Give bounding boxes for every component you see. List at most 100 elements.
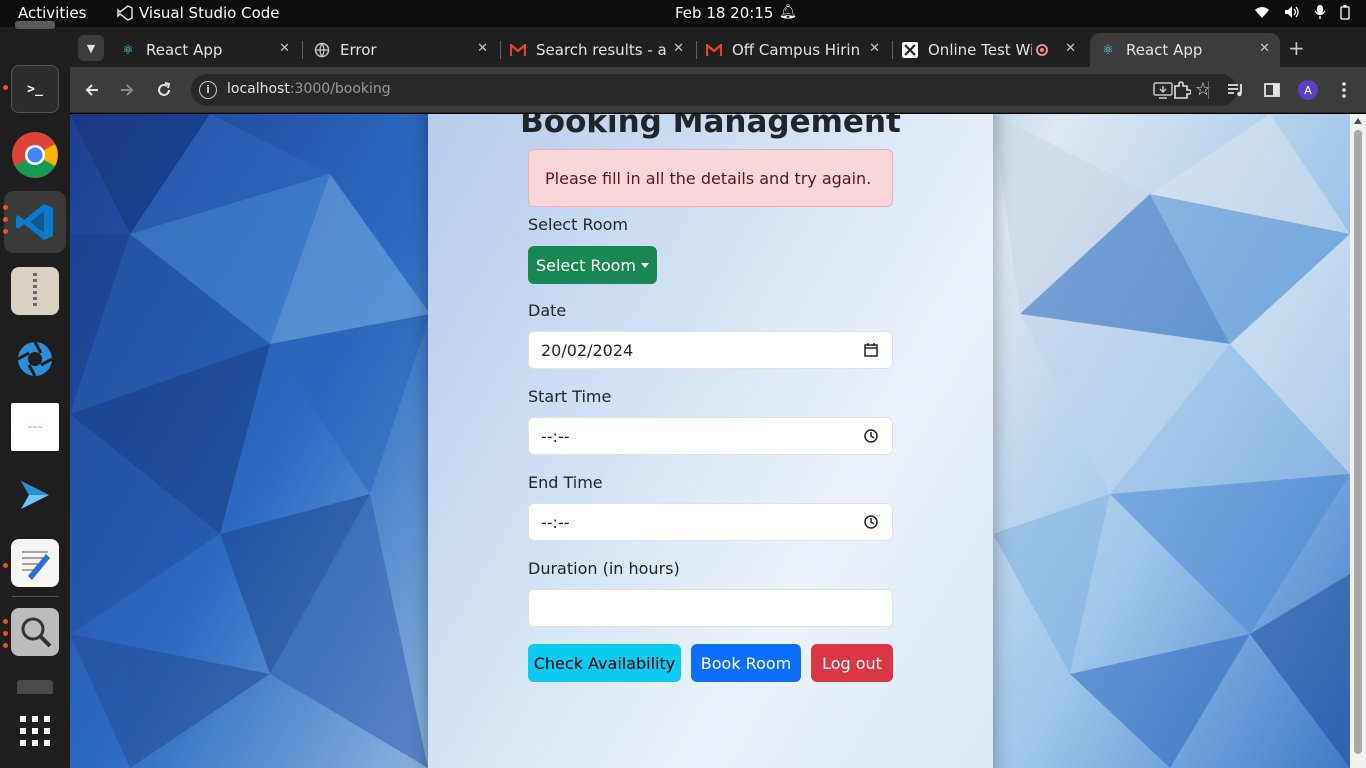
tab-error[interactable]: Error ✕: [304, 33, 498, 67]
close-icon[interactable]: ✕: [477, 41, 488, 56]
check-availability-button[interactable]: Check Availability: [528, 644, 681, 682]
system-tray[interactable]: [1254, 5, 1350, 20]
side-panel-button[interactable]: [1260, 78, 1284, 102]
ubuntu-dock: >_ ~~~: [0, 21, 70, 768]
browser-tab-strip: ▼ ⚛ React App ✕ Error ✕ Search results -…: [70, 27, 1366, 67]
battery-icon: [1340, 5, 1350, 20]
tab-separator: [696, 41, 697, 59]
tab-separator: [500, 41, 501, 59]
running-indicator: [3, 229, 8, 234]
page-scrollbar[interactable]: [1350, 114, 1366, 768]
tab-search-button[interactable]: ▼: [78, 35, 104, 61]
tab-search-results[interactable]: Search results - am ✕: [502, 33, 694, 67]
microphone-icon: [1314, 5, 1326, 19]
media-queue-icon: [1228, 84, 1242, 97]
close-icon[interactable]: ✕: [1065, 41, 1076, 56]
react-icon: ⚛: [122, 42, 134, 58]
start-time-input[interactable]: --:--: [528, 417, 893, 455]
close-icon[interactable]: ✕: [279, 41, 290, 56]
tab-online-test[interactable]: Online Test Wi ✕: [894, 33, 1086, 67]
image-viewer-icon[interactable]: [11, 608, 59, 656]
scroll-up-arrow-icon[interactable]: [1354, 118, 1362, 124]
terminal-icon[interactable]: >_: [11, 65, 59, 113]
forward-button[interactable]: [115, 78, 139, 102]
reload-icon: [158, 82, 171, 96]
react-icon: ⚛: [1102, 42, 1114, 58]
arrow-right-icon: [121, 84, 134, 96]
tab-title: Off Campus Hiring: [732, 41, 860, 59]
extensions-button[interactable]: [1170, 78, 1194, 102]
app-icon-partial[interactable]: [11, 667, 59, 697]
caret-down-icon: [641, 262, 649, 268]
close-icon[interactable]: ✕: [1259, 41, 1270, 56]
archive-manager-icon[interactable]: [11, 267, 59, 315]
chevron-down-icon: ▼: [86, 41, 96, 55]
new-tab-button[interactable]: +: [1288, 36, 1305, 60]
running-indicator: [3, 563, 8, 568]
media-controls-button[interactable]: [1224, 78, 1248, 102]
url-path: :3000/booking: [289, 81, 391, 97]
focused-app-name: Visual Studio Code: [139, 4, 280, 22]
chrome-menu-button[interactable]: [1332, 78, 1356, 102]
running-indicator: [3, 85, 8, 90]
tab-separator: [892, 41, 893, 59]
hackerrank-icon: [902, 42, 918, 58]
focused-app-menu[interactable]: Visual Studio Code: [117, 4, 280, 22]
aperture-app-icon[interactable]: [11, 335, 59, 383]
end-time-value: --:--: [541, 513, 570, 532]
booking-card: Booking Management Please fill in all th…: [428, 114, 993, 768]
scrollbar-thumb[interactable]: [1354, 130, 1362, 754]
page-title: Booking Management: [520, 114, 901, 140]
site-info-icon[interactable]: i: [199, 81, 217, 99]
book-room-button[interactable]: Book Room: [691, 644, 801, 682]
date-label: Date: [528, 301, 567, 320]
web-page: Booking Management Please fill in all th…: [70, 114, 1350, 768]
close-icon[interactable]: ✕: [673, 41, 684, 56]
clock-icon[interactable]: [864, 515, 878, 533]
arrow-left-icon: [85, 84, 98, 96]
address-bar[interactable]: i localhost:3000/booking ☆: [191, 74, 1237, 106]
running-indicator: [3, 643, 8, 648]
clock[interactable]: Feb 18 20:15: [675, 4, 773, 22]
tab-title: React App: [146, 41, 223, 59]
tab-title: Online Test Wi: [928, 41, 1032, 59]
remote-desktop-icon[interactable]: [11, 471, 59, 519]
tab-react-app-active[interactable]: ⚛ React App ✕: [1090, 33, 1280, 67]
end-time-input[interactable]: --:--: [528, 503, 893, 541]
tab-off-campus-hiring[interactable]: Off Campus Hiring ✕: [698, 33, 890, 67]
select-room-label: Select Room: [528, 215, 629, 234]
plus-icon: +: [1288, 36, 1305, 60]
profile-avatar[interactable]: A: [1298, 80, 1318, 100]
clock-icon[interactable]: [864, 429, 878, 447]
text-editor-icon[interactable]: [11, 539, 59, 587]
url-host: localhost: [227, 81, 290, 97]
back-button[interactable]: [80, 78, 104, 102]
tab-react-app-1[interactable]: ⚛ React App ✕: [110, 33, 300, 67]
globe-icon: [314, 42, 330, 58]
calendar-icon[interactable]: [864, 343, 878, 361]
volume-icon: [1285, 6, 1299, 18]
url-text: localhost:3000/booking: [227, 81, 391, 97]
image-thumbnail-icon[interactable]: ~~~: [11, 403, 59, 451]
select-room-dropdown-label: Select Room: [535, 255, 636, 275]
tab-title: Error: [340, 41, 377, 59]
running-indicator: [3, 619, 8, 624]
duration-input[interactable]: [528, 589, 893, 627]
reload-button[interactable]: [152, 78, 176, 102]
vscode-dock-icon[interactable]: [11, 198, 59, 246]
date-input[interactable]: 20/02/2024: [528, 331, 893, 369]
show-apps-grid-icon[interactable]: [11, 707, 59, 755]
toolbar-divider: [1208, 81, 1209, 99]
close-icon[interactable]: ✕: [869, 41, 880, 56]
chrome-icon[interactable]: [11, 131, 59, 179]
running-indicator: [3, 631, 8, 636]
running-indicator: [3, 217, 8, 222]
wifi-icon: [1255, 7, 1269, 18]
system-top-bar: Activities Visual Studio Code Feb 18 20:…: [0, 0, 1366, 27]
app-icon-partial[interactable]: [11, 15, 59, 35]
start-time-value: --:--: [541, 427, 570, 446]
select-room-dropdown[interactable]: Select Room: [528, 246, 657, 284]
logout-button[interactable]: Log out: [811, 644, 893, 682]
recording-icon: [1036, 44, 1048, 56]
tab-title: Search results - am: [536, 41, 666, 59]
